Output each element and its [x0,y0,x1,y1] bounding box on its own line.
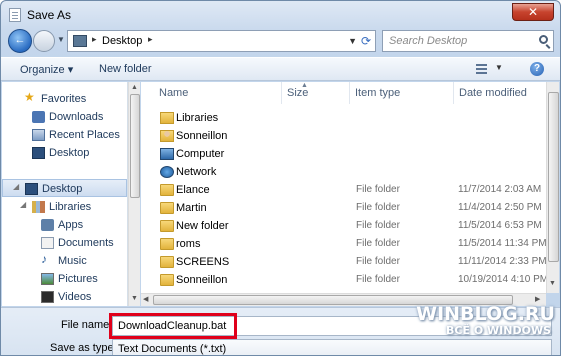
save-as-type-value: Text Documents (*.txt) [118,343,227,355]
navigation-pane: ★ Favorites Downloads Recent Places Desk… [2,82,128,306]
documents-icon [41,237,54,249]
watermark-subtitle: ВСЁ О WINDOWS [446,324,551,337]
videos-icon [41,291,54,303]
scroll-down-icon[interactable]: ▼ [549,280,556,287]
table-row[interactable]: Elance File folder 11/7/2014 2:03 AM [141,181,546,199]
sidebar-item-videos[interactable]: Videos [2,288,127,306]
views-icon[interactable] [476,64,487,74]
libraries-icon [32,201,45,213]
close-button[interactable]: ✕ [512,3,554,21]
help-icon[interactable]: ? [530,62,544,76]
notepad-icon [9,8,21,22]
apps-icon [41,219,54,231]
list-item[interactable]: Sonneillon [141,127,546,145]
expand-arrow-icon[interactable]: ◢ [20,200,26,209]
sidebar-item-pictures[interactable]: Pictures [2,270,127,288]
column-header-type[interactable]: Item type [350,82,454,104]
expand-arrow-icon[interactable]: ◢ [13,182,19,191]
breadcrumb-arrow-icon[interactable]: ▸ [148,34,153,45]
downloads-icon [32,111,45,123]
file-name-label: File name: [61,319,113,331]
address-bar[interactable]: ▸ Desktop ▸ ▼ [67,30,376,52]
scrollbar-thumb[interactable] [548,92,559,262]
sidebar-item-favorites[interactable]: ★ Favorites [2,90,127,108]
folder-icon [160,202,174,214]
table-row[interactable]: SCREENS File folder 11/11/2014 2:33 PM [141,253,546,271]
search-placeholder: Search Desktop [389,35,468,47]
scroll-down-icon[interactable]: ▼ [131,295,138,302]
table-row[interactable]: Martin File folder 11/4/2014 2:50 PM [141,199,546,217]
table-row[interactable]: roms File folder 11/5/2014 11:34 PM [141,235,546,253]
desktop-icon [25,183,38,195]
sidebar-item-apps[interactable]: Apps [2,216,127,234]
network-icon [160,166,174,178]
new-folder-button[interactable]: New folder [99,63,152,75]
file-list-vertical-scrollbar[interactable]: ▼ [546,82,559,293]
search-icon[interactable] [539,35,548,44]
navigation-scrollbar[interactable]: ▲ ▼ [128,82,140,306]
pictures-icon [41,273,54,285]
folder-icon [160,220,174,232]
list-item[interactable]: Computer [141,145,546,163]
save-as-type-label: Save as type: [50,342,117,354]
back-button[interactable]: ← [8,29,32,53]
scrollbar-thumb[interactable] [130,94,140,198]
sidebar-item-libraries[interactable]: ◢ Libraries [2,198,127,216]
chevron-down-icon[interactable]: ▼ [495,63,503,72]
computer-icon [160,148,174,160]
desktop-folder-icon [73,35,87,47]
folder-icon [160,184,174,196]
star-icon: ★ [24,90,35,104]
column-header-date[interactable]: Date modified [454,82,546,104]
scroll-up-icon[interactable]: ▲ [131,84,138,91]
search-input[interactable]: Search Desktop [382,30,554,52]
recent-pages-dropdown[interactable]: ▼ [57,35,65,44]
sidebar-item-documents[interactable]: Documents [2,234,127,252]
sidebar-item-music[interactable]: ♪ Music [2,252,127,270]
window-title: Save As [27,8,72,22]
scroll-left-icon[interactable]: ◀ [143,295,148,303]
folder-icon [160,274,174,286]
sidebar-item-desktop-favorite[interactable]: Desktop [2,144,127,162]
user-folder-icon [160,130,174,142]
file-list: ▲ Name Size Item type Date modified Libr… [141,82,546,293]
watermark-title: WINBLOG.RU [416,303,555,325]
list-item[interactable]: Network [141,163,546,181]
library-icon [160,112,174,124]
save-as-dialog: Save As ✕ ← ▼ ▸ Desktop ▸ ▼ ⟳ Search Des… [0,0,561,356]
watermark-logo: WINBLOG.RU ВСЁ О WINDOWS [415,301,560,343]
toolbar: Organize ▾ New folder ▼ ? [1,57,560,81]
sidebar-item-desktop[interactable]: ◢ Desktop [2,179,127,197]
music-icon: ♪ [41,252,47,266]
folder-icon [160,256,174,268]
refresh-icon[interactable]: ⟳ [356,34,376,50]
breadcrumb-desktop[interactable]: Desktop [102,35,142,47]
title-bar[interactable]: Save As ✕ [1,1,560,29]
list-item[interactable]: Libraries [141,109,546,127]
column-header-size[interactable]: Size [282,82,350,104]
column-header-name[interactable]: Name [154,82,282,104]
folder-icon [160,238,174,250]
table-row[interactable]: New folder File folder 11/5/2014 6:53 PM [141,217,546,235]
recent-places-icon [32,129,45,141]
desktop-icon [32,147,45,159]
forward-button[interactable] [33,30,55,52]
sidebar-item-recent-places[interactable]: Recent Places [2,126,127,144]
table-row[interactable]: Sonneillon File folder 10/19/2014 4:10 P… [141,271,546,289]
breadcrumb-arrow-icon[interactable]: ▸ [92,34,97,45]
sidebar-item-downloads[interactable]: Downloads [2,108,127,126]
organize-button[interactable]: Organize ▾ [20,63,73,76]
highlight-box [109,313,237,339]
